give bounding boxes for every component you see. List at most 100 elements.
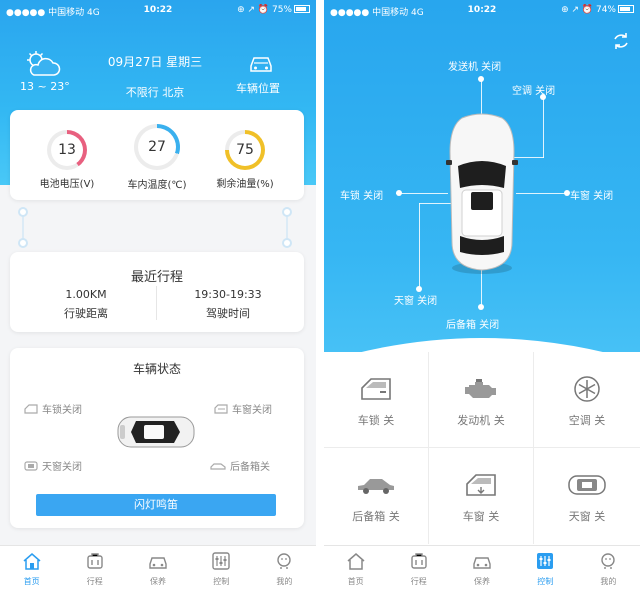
engine-icon — [465, 379, 496, 398]
temperature-range: 13 ~ 23° — [20, 80, 70, 93]
tab-profile[interactable]: 我的 — [577, 546, 640, 595]
tab-label: 首页 — [347, 577, 364, 586]
home-icon — [23, 553, 41, 570]
vehicle-status-title: 车辆状态 — [132, 362, 181, 376]
sliders-icon — [212, 552, 230, 570]
tab-home[interactable]: 首页 — [324, 546, 387, 595]
lock-dot — [396, 190, 402, 196]
battery-icon — [618, 5, 634, 13]
car-front-icon — [473, 557, 491, 569]
battery-percent: 74% — [595, 5, 616, 15]
date-label: 09月27日 星期三 — [107, 55, 203, 69]
card-connector — [282, 238, 292, 248]
trip-distance-value: 1.00KM — [65, 288, 107, 301]
engine-line — [481, 78, 482, 116]
lock-status: 车锁关闭 — [24, 401, 82, 416]
ac-line — [543, 96, 544, 158]
trunk-status: 后备箱关 — [210, 458, 270, 473]
tab-label: 我的 — [600, 577, 617, 586]
fuel-level-value: 75 — [236, 142, 254, 158]
window-status-text: 车窗关闭 — [232, 405, 272, 416]
window-control-label: 车窗 关 — [462, 510, 500, 523]
tab-maintenance[interactable]: 保养 — [126, 546, 189, 595]
trip-distance: 1.00KM 行驶距离 — [26, 288, 146, 321]
engine-dot — [478, 76, 484, 82]
fuel-level-gauge: 75 剩余油量(%) — [210, 130, 280, 190]
sunroof-status-text: 天窗关闭 — [42, 462, 82, 473]
sunroof-status: 天窗关闭 — [24, 458, 82, 473]
refresh-icon[interactable] — [612, 32, 630, 50]
tab-label: 行程 — [410, 577, 427, 586]
status-bar: ●●●●● 中国移动 4G 10:22 ⊕ ↗ ⏰ 75% — [0, 0, 316, 20]
tab-label: 保养 — [150, 577, 166, 586]
tab-bar: 首页 行程 保养 控制 我的 — [324, 545, 640, 595]
tab-bar: 首页 行程 保养 控制 我的 — [0, 545, 316, 595]
cabin-temperature-gauge: 27 车内温度(℃) — [122, 124, 192, 191]
trip-time: 19:30-19:33 驾驶时间 — [168, 288, 288, 321]
battery-voltage-gauge: 13 电池电压(V) — [32, 130, 102, 190]
control-screen: ●●●●● 中国移动 4G 10:22 ⊕ ↗ ⏰ 74% 发送机 关闭 空调 … — [324, 0, 640, 595]
trunk-control-label: 后备箱 关 — [352, 510, 400, 523]
control-grid: 车锁 关 发动机 关 空调 关 后备箱 关 车窗 关 天窗 关 — [324, 352, 640, 547]
sunroof-control[interactable]: 天窗 关 — [534, 448, 640, 544]
recent-trip-card[interactable]: 最近行程 1.00KM 行驶距离 19:30-19:33 驾驶时间 — [10, 252, 304, 332]
traffic-restriction: 不限行 北京 — [125, 86, 185, 99]
window-control[interactable]: 车窗 关 — [429, 448, 534, 544]
user-icon — [277, 553, 292, 569]
ac-status-label: 空调 关闭 — [512, 86, 556, 97]
cabin-temperature-label: 车内温度(℃) — [127, 180, 187, 191]
trunk-control[interactable]: 后备箱 关 — [324, 448, 429, 544]
trip-time-value: 19:30-19:33 — [194, 288, 262, 301]
card-connector — [282, 207, 292, 217]
partly-cloudy-icon — [27, 51, 61, 76]
tab-control[interactable]: 控制 — [190, 546, 253, 595]
sunroof-icon — [24, 460, 38, 471]
car-top-view — [117, 416, 195, 448]
status-bar: ●●●●● 中国移动 4G 10:22 ⊕ ↗ ⏰ 74% — [324, 0, 640, 20]
lock-line — [396, 193, 448, 194]
trip-distance-label: 行驶距离 — [64, 307, 108, 320]
sunroof-line — [419, 203, 420, 289]
luggage-icon — [411, 553, 427, 569]
engine-control-label: 发动机 关 — [457, 414, 505, 427]
window-status: 车窗关闭 — [214, 401, 272, 416]
tab-home[interactable]: 首页 — [0, 546, 63, 595]
window-icon — [466, 474, 496, 496]
engine-control[interactable]: 发动机 关 — [429, 352, 534, 448]
tab-maintenance[interactable]: 保养 — [450, 546, 513, 595]
tab-trips[interactable]: 行程 — [387, 546, 450, 595]
tab-label: 我的 — [276, 577, 293, 586]
window-status-label: 车窗 关闭 — [570, 191, 614, 202]
card-connector — [18, 238, 28, 248]
tab-control[interactable]: 控制 — [514, 546, 577, 595]
battery-voltage-label: 电池电压(V) — [39, 179, 95, 190]
snowflake-icon — [574, 376, 600, 402]
ac-control[interactable]: 空调 关 — [534, 352, 640, 448]
car-location-link[interactable]: 车辆位置 — [236, 80, 280, 96]
ac-control-label: 空调 关 — [568, 414, 606, 427]
tab-trips[interactable]: 行程 — [63, 546, 126, 595]
tab-label: 控制 — [537, 577, 554, 586]
sliders-icon — [537, 553, 554, 569]
lock-control[interactable]: 车锁 关 — [324, 352, 429, 448]
flash-horn-button[interactable]: 闪灯鸣笛 — [36, 494, 276, 516]
engine-status-label: 发送机 关闭 — [448, 62, 502, 73]
car-door-icon — [24, 403, 38, 414]
tab-label: 控制 — [213, 577, 230, 586]
trip-time-label: 驾驶时间 — [206, 307, 250, 320]
tab-label: 行程 — [86, 577, 103, 586]
sunroof-control-label: 天窗 关 — [568, 510, 606, 523]
tab-profile[interactable]: 我的 — [253, 546, 316, 595]
car-location-icon[interactable] — [248, 52, 274, 74]
window-icon — [214, 403, 228, 414]
car-side-icon — [358, 479, 394, 494]
battery-percent: 75% — [271, 5, 292, 15]
luggage-icon — [87, 553, 103, 569]
window-line — [516, 193, 568, 194]
divider — [156, 286, 157, 320]
trunk-status-label: 后备箱 关闭 — [446, 320, 500, 331]
recent-trip-title: 最近行程 — [130, 270, 183, 285]
card-connector — [18, 207, 28, 217]
car-side-icon — [210, 462, 226, 470]
cabin-temperature-value: 27 — [148, 139, 166, 155]
